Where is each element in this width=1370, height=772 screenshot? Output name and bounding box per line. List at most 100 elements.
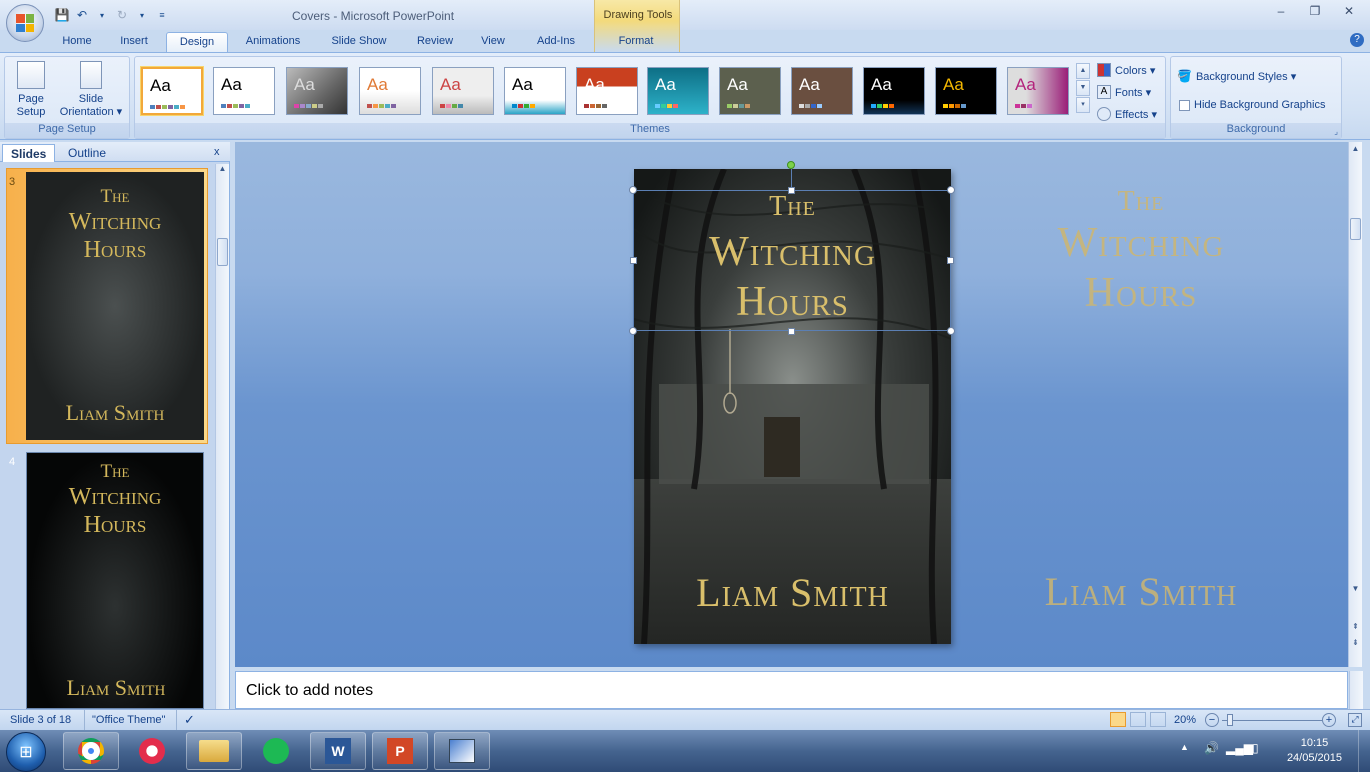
save-icon[interactable]: 💾 [54, 7, 70, 23]
tab-outline[interactable]: Outline [60, 144, 114, 162]
slide-show-view-icon[interactable] [1150, 712, 1166, 727]
undo-icon[interactable]: ↶ [74, 7, 90, 23]
zoom-level[interactable]: 20% [1174, 714, 1196, 726]
theme-flow[interactable]: Aa [576, 67, 638, 115]
theme-aspect[interactable]: Aa [286, 67, 348, 115]
resize-handle[interactable] [629, 327, 637, 335]
notes-pane[interactable]: Click to add notes [235, 671, 1348, 709]
system-clock[interactable]: 10:15 24/05/2015 [1287, 736, 1342, 766]
hide-background-graphics-checkbox[interactable]: Hide Background Graphics [1179, 99, 1325, 111]
office-button[interactable] [6, 4, 44, 42]
themes-scroll-down-button[interactable]: ▼ [1076, 80, 1090, 96]
theme-opulent[interactable]: Aa [935, 67, 997, 115]
minimize-button[interactable]: – [1268, 4, 1294, 22]
zoom-slider-track[interactable] [1222, 720, 1322, 721]
resize-handle[interactable] [947, 257, 954, 264]
close-panel-button[interactable]: x [214, 146, 220, 158]
show-hidden-icons[interactable]: ▲ [1180, 742, 1189, 752]
resize-handle[interactable] [788, 187, 795, 194]
resize-handle[interactable] [788, 328, 795, 335]
tab-slide-show[interactable]: Slide Show [320, 32, 398, 52]
tab-format[interactable]: Format [604, 32, 668, 52]
tab-slides[interactable]: Slides [2, 144, 56, 162]
offslide-title[interactable]: The Witching Hours [985, 186, 1297, 318]
dialog-launcher-icon[interactable]: ⌟ [1334, 127, 1338, 136]
theme-median[interactable]: Aa [719, 67, 781, 115]
theme-metro[interactable]: Aa [791, 67, 853, 115]
resize-handle[interactable] [629, 186, 637, 194]
restore-button[interactable]: ❐ [1302, 4, 1328, 22]
ribbon-tabs: Home Insert Design Animations Slide Show… [0, 30, 1370, 52]
colors-button[interactable]: Colors ▾ [1097, 63, 1155, 77]
taskbar-spotify[interactable] [248, 732, 304, 770]
tab-add-ins[interactable]: Add-Ins [524, 32, 588, 52]
volume-icon[interactable]: 🔊 [1204, 741, 1219, 755]
start-button[interactable]: ⊞ [6, 732, 46, 772]
spelling-check-icon[interactable]: ✓ [184, 712, 195, 728]
taskbar-paint[interactable] [434, 732, 490, 770]
taskbar-chrome[interactable] [63, 732, 119, 770]
slide-orientation-button[interactable]: Slide Orientation ▾ [55, 61, 127, 119]
rotate-handle[interactable] [787, 161, 795, 169]
dropdown-icon[interactable]: ▾ [134, 7, 150, 23]
scroll-up-icon[interactable]: ▲ [1349, 144, 1362, 158]
theme-sample-text: Aa [727, 75, 748, 94]
themes-scroll-up-button[interactable]: ▲ [1076, 63, 1090, 79]
scroll-down-icon[interactable]: ▼ [1349, 584, 1362, 598]
themes-more-button[interactable]: ▾ [1076, 97, 1090, 113]
tab-review[interactable]: Review [408, 32, 462, 52]
offslide-author[interactable]: Liam Smith [985, 568, 1297, 615]
normal-view-icon[interactable] [1110, 712, 1126, 727]
taskbar-itunes[interactable] [124, 732, 180, 770]
taskbar-powerpoint[interactable]: P [372, 732, 428, 770]
page-setup-button[interactable]: Page Setup [11, 61, 51, 119]
scroll-up-icon[interactable]: ▲ [216, 164, 229, 178]
theme-foundry[interactable]: Aa [647, 67, 709, 115]
theme-concourse[interactable]: Aa [432, 67, 494, 115]
fonts-button[interactable]: A Fonts ▾ [1097, 85, 1151, 99]
close-button[interactable]: ✕ [1336, 4, 1362, 22]
tab-insert[interactable]: Insert [110, 32, 158, 52]
help-icon[interactable]: ? [1350, 33, 1364, 47]
dropdown-icon[interactable]: ▾ [94, 7, 110, 23]
previous-slide-icon[interactable]: ⇞ [1349, 622, 1362, 636]
zoom-out-icon[interactable]: − [1205, 713, 1219, 727]
slide-sorter-icon[interactable] [1130, 712, 1146, 727]
show-desktop-button[interactable] [1358, 730, 1370, 772]
resize-handle[interactable] [947, 186, 955, 194]
next-slide-icon[interactable]: ⇟ [1349, 638, 1362, 652]
scrollbar-thumb[interactable] [1350, 218, 1361, 240]
zoom-in-icon[interactable]: + [1322, 713, 1336, 727]
theme-apex[interactable]: Aa [213, 67, 275, 115]
theme-swatch [440, 104, 463, 108]
fit-to-window-icon[interactable]: ⤢ [1348, 713, 1362, 727]
taskbar-explorer[interactable] [186, 732, 242, 770]
notes-scrollbar[interactable] [1349, 671, 1363, 709]
tab-view[interactable]: View [472, 32, 514, 52]
theme-oriel[interactable]: Aa [1007, 67, 1069, 115]
resize-handle[interactable] [947, 327, 955, 335]
redo-icon[interactable]: ↻ [114, 7, 130, 23]
slide-thumbnail-4[interactable]: The Witching Hours Liam Smith [26, 452, 204, 709]
editor-scrollbar[interactable]: ▲ ▼ ⇞ ⇟ [1348, 142, 1362, 667]
background-styles-button[interactable]: 🪣 Background Styles ▾ [1177, 69, 1296, 83]
slide-thumbnail-3[interactable]: The Witching Hours Liam Smith [26, 172, 204, 440]
theme-equity[interactable]: Aa [504, 67, 566, 115]
power-icon[interactable]: ▯ [1252, 741, 1259, 755]
effects-button[interactable]: Effects ▾ [1097, 107, 1157, 121]
theme-swatch [727, 104, 750, 108]
slide-panel-scrollbar[interactable]: ▲ [215, 164, 229, 709]
theme-module[interactable]: Aa [863, 67, 925, 115]
taskbar-word[interactable]: W [310, 732, 366, 770]
tab-design[interactable]: Design [166, 32, 228, 52]
scrollbar-thumb[interactable] [217, 238, 228, 266]
tab-animations[interactable]: Animations [236, 32, 310, 52]
theme-civic[interactable]: Aa [359, 67, 421, 115]
theme-office[interactable]: Aa [141, 67, 203, 115]
resize-handle[interactable] [630, 257, 637, 264]
zoom-slider-thumb[interactable] [1227, 714, 1233, 726]
title-selection-frame[interactable] [633, 190, 951, 331]
tab-home[interactable]: Home [52, 32, 102, 52]
network-icon[interactable]: ▂▄▆ [1226, 741, 1253, 755]
customize-toolbar-icon[interactable]: ≡ [154, 7, 170, 23]
